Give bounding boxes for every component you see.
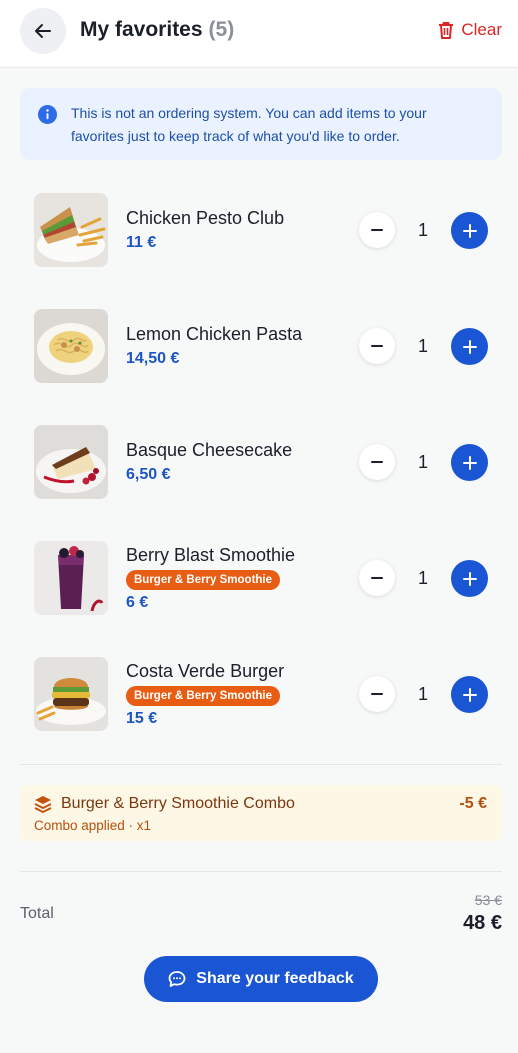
- increase-quantity-button[interactable]: [451, 328, 488, 365]
- favorites-count: (5): [208, 18, 235, 41]
- increase-quantity-button[interactable]: [451, 676, 488, 713]
- divider: [20, 764, 502, 765]
- plus-icon: [462, 571, 477, 586]
- increase-quantity-button[interactable]: [451, 212, 488, 249]
- item-price: 6,50 €: [126, 466, 171, 483]
- share-feedback-label: Share your feedback: [196, 970, 354, 987]
- minus-icon: [371, 577, 383, 579]
- combo-badge: Burger & Berry Smoothie: [126, 686, 281, 706]
- total-label: Total: [20, 905, 54, 922]
- item-image-lemon-chicken-pasta: [34, 309, 108, 383]
- page-title-text: My favorites: [80, 18, 203, 41]
- item-name: Lemon Chicken Pasta: [126, 324, 303, 344]
- item-price: 11 €: [126, 234, 157, 251]
- combo-badge: Burger & Berry Smoothie: [126, 570, 281, 590]
- item-name: Chicken Pesto Club: [126, 208, 285, 228]
- item-name: Berry Blast Smoothie: [126, 545, 296, 565]
- final-total: 48 €: [463, 912, 502, 934]
- layers-icon: [34, 796, 52, 813]
- item-image-berry-blast-smoothie: [34, 541, 108, 615]
- decrease-quantity-button[interactable]: [359, 328, 395, 364]
- original-total: 53 €: [474, 892, 502, 908]
- decrease-quantity-button[interactable]: [359, 444, 395, 480]
- info-icon: [38, 105, 57, 124]
- favorite-item-basque-cheesecake: Basque Cheesecake 6,50 € 1: [0, 412, 518, 512]
- combo-summary: Burger & Berry Smoothie Combo Combo appl…: [20, 785, 502, 841]
- decrease-quantity-button[interactable]: [359, 560, 395, 596]
- info-notice-text: This is not an ordering system. You can …: [71, 105, 427, 144]
- combo-title: Burger & Berry Smoothie Combo: [61, 795, 295, 812]
- favorite-item-lemon-chicken-pasta: Lemon Chicken Pasta 14,50 € 1: [0, 296, 518, 396]
- share-feedback-button[interactable]: Share your feedback: [144, 956, 378, 1002]
- clear-button[interactable]: Clear: [438, 20, 502, 40]
- item-price: 14,50 €: [126, 350, 180, 367]
- item-image-chicken-pesto-club: [34, 193, 108, 267]
- arrow-left-icon: [35, 24, 51, 38]
- item-price: 6 €: [126, 594, 149, 611]
- increase-quantity-button[interactable]: [451, 560, 488, 597]
- plus-icon: [462, 687, 477, 702]
- item-image-costa-verde-burger: [34, 657, 108, 731]
- page-title: My favorites (5): [80, 18, 234, 42]
- item-quantity: 1: [417, 336, 428, 356]
- clear-button-label: Clear: [461, 20, 502, 39]
- combo-discount: -5 €: [459, 795, 487, 812]
- item-name: Costa Verde Burger: [126, 661, 285, 681]
- minus-icon: [371, 693, 383, 695]
- increase-quantity-button[interactable]: [451, 444, 488, 481]
- divider: [20, 871, 502, 872]
- favorite-item-costa-verde-burger: Costa Verde Burger Burger & Berry Smooth…: [0, 644, 518, 744]
- decrease-quantity-button[interactable]: [359, 212, 395, 248]
- header: My favorites (5) Clear: [0, 0, 518, 68]
- item-quantity: 1: [417, 452, 428, 472]
- minus-icon: [371, 229, 383, 231]
- info-notice: This is not an ordering system. You can …: [20, 88, 502, 160]
- item-quantity: 1: [417, 220, 428, 240]
- decrease-quantity-button[interactable]: [359, 676, 395, 712]
- plus-icon: [462, 339, 477, 354]
- favorite-item-berry-blast-smoothie: Berry Blast Smoothie Burger & Berry Smoo…: [0, 528, 518, 628]
- item-name: Basque Cheesecake: [126, 440, 293, 460]
- combo-subtitle: Combo applied · x1: [34, 818, 152, 833]
- plus-icon: [462, 455, 477, 470]
- item-price: 15 €: [126, 710, 158, 727]
- back-button[interactable]: [20, 8, 66, 54]
- item-quantity: 1: [417, 684, 428, 704]
- minus-icon: [371, 461, 383, 463]
- favorite-item-chicken-pesto-club: Chicken Pesto Club 11 € 1: [0, 180, 518, 280]
- item-image-basque-cheesecake: [34, 425, 108, 499]
- item-quantity: 1: [417, 568, 428, 588]
- plus-icon: [462, 223, 477, 238]
- trash-icon: [439, 22, 454, 39]
- minus-icon: [371, 345, 383, 347]
- chat-bubble-icon: [168, 971, 186, 987]
